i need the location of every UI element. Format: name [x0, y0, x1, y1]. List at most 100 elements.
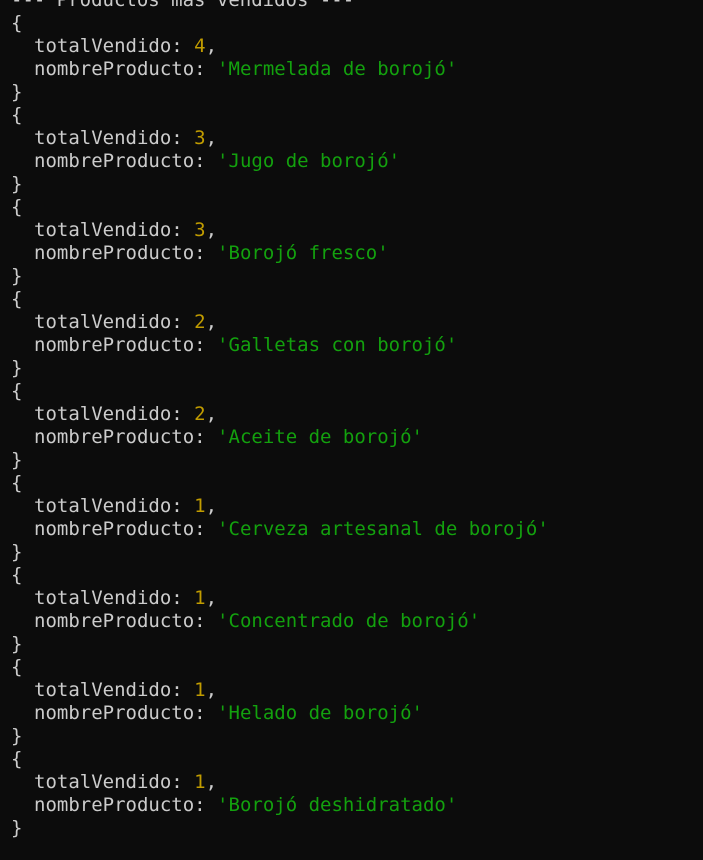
- open-brace: {: [11, 748, 23, 770]
- key-label: nombreProducto: [34, 334, 195, 356]
- quote: ': [468, 610, 481, 632]
- comma: ,: [205, 679, 218, 701]
- close-brace: }: [11, 357, 23, 379]
- record-block: { totalVendido: 4, nombreProducto: 'Merm…: [11, 12, 549, 104]
- record-block: { totalVendido: 3, nombreProducto: 'Jugo…: [11, 104, 549, 196]
- colon: :: [194, 518, 218, 540]
- output-header: --- Productos más vendidos ---: [11, 0, 355, 11]
- open-brace: {: [11, 380, 23, 402]
- colon: :: [171, 771, 195, 793]
- open-brace: {: [11, 564, 23, 586]
- field-nombre-producto: nombreProducto: 'Borojó fresco': [11, 242, 549, 265]
- field-total-vendido: totalVendido: 1,: [11, 771, 549, 794]
- key-label: totalVendido: [34, 35, 172, 57]
- field-total-vendido: totalVendido: 2,: [11, 311, 549, 334]
- quote: ': [537, 518, 549, 540]
- colon: :: [194, 150, 218, 172]
- key-label: nombreProducto: [34, 426, 195, 448]
- open-brace: {: [11, 656, 23, 678]
- field-nombre-producto: nombreProducto: 'Borojó deshidratado': [11, 794, 549, 817]
- field-nombre-producto: nombreProducto: 'Aceite de borojó': [11, 426, 549, 449]
- comma: ,: [205, 771, 218, 793]
- total-vendido-value: 3: [194, 219, 206, 241]
- close-brace: }: [11, 173, 23, 195]
- terminal-output: --- Productos más vendidos --- { totalVe…: [11, 0, 549, 840]
- field-total-vendido: totalVendido: 3,: [11, 219, 549, 242]
- comma: ,: [205, 495, 218, 517]
- nombre-producto-value: Concentrado de borojó: [228, 610, 469, 632]
- close-brace: }: [11, 817, 23, 839]
- field-nombre-producto: nombreProducto: 'Jugo de borojó': [11, 150, 549, 173]
- key-label: totalVendido: [34, 127, 172, 149]
- colon: :: [171, 403, 195, 425]
- field-nombre-producto: nombreProducto: 'Helado de borojó': [11, 702, 549, 725]
- record-block: { totalVendido: 3, nombreProducto: 'Boro…: [11, 196, 549, 288]
- quote: ': [217, 702, 229, 724]
- quote: ': [217, 518, 229, 540]
- quote: ': [411, 702, 423, 724]
- open-brace: {: [11, 288, 23, 310]
- field-total-vendido: totalVendido: 4,: [11, 35, 549, 58]
- terminal-window[interactable]: --- Productos más vendidos --- { totalVe…: [0, 0, 703, 860]
- colon: :: [171, 679, 195, 701]
- comma: ,: [205, 587, 218, 609]
- close-brace: }: [11, 265, 23, 287]
- field-nombre-producto: nombreProducto: 'Cerveza artesanal de bo…: [11, 518, 549, 541]
- colon: :: [194, 334, 218, 356]
- record-block: { totalVendido: 1, nombreProducto: 'Cerv…: [11, 472, 549, 564]
- key-label: totalVendido: [34, 219, 172, 241]
- colon: :: [171, 495, 195, 517]
- nombre-producto-value: Aceite de borojó: [228, 426, 412, 448]
- key-label: totalVendido: [34, 403, 172, 425]
- nombre-producto-value: Borojó fresco: [228, 242, 378, 264]
- nombre-producto-value: Borojó deshidratado: [228, 794, 446, 816]
- key-label: nombreProducto: [34, 58, 195, 80]
- quote: ': [445, 794, 458, 816]
- field-total-vendido: totalVendido: 2,: [11, 403, 549, 426]
- total-vendido-value: 1: [194, 771, 206, 793]
- key-label: nombreProducto: [34, 242, 195, 264]
- quote: ': [217, 794, 229, 816]
- record-block: { totalVendido: 1, nombreProducto: 'Boro…: [11, 748, 549, 840]
- quote: ': [445, 334, 458, 356]
- nombre-producto-value: Helado de borojó: [228, 702, 412, 724]
- close-brace: }: [11, 725, 23, 747]
- total-vendido-value: 2: [194, 403, 206, 425]
- close-brace: }: [11, 449, 23, 471]
- quote: ': [217, 150, 229, 172]
- nombre-producto-value: Galletas con borojó: [228, 334, 446, 356]
- quote: ': [217, 426, 229, 448]
- colon: :: [194, 794, 218, 816]
- colon: :: [194, 610, 218, 632]
- comma: ,: [205, 127, 218, 149]
- close-brace: }: [11, 541, 23, 563]
- comma: ,: [205, 219, 218, 241]
- key-label: nombreProducto: [34, 794, 195, 816]
- record-block: { totalVendido: 1, nombreProducto: 'Hela…: [11, 656, 549, 748]
- total-vendido-value: 1: [194, 495, 206, 517]
- colon: :: [171, 35, 195, 57]
- key-label: nombreProducto: [34, 518, 195, 540]
- field-nombre-producto: nombreProducto: 'Galletas con borojó': [11, 334, 549, 357]
- key-label: totalVendido: [34, 495, 172, 517]
- key-label: totalVendido: [34, 587, 172, 609]
- colon: :: [171, 587, 195, 609]
- total-vendido-value: 1: [194, 679, 206, 701]
- total-vendido-value: 2: [194, 311, 206, 333]
- key-label: totalVendido: [34, 679, 172, 701]
- field-total-vendido: totalVendido: 1,: [11, 679, 549, 702]
- key-label: nombreProducto: [34, 610, 195, 632]
- open-brace: {: [11, 196, 23, 218]
- colon: :: [194, 58, 218, 80]
- field-total-vendido: totalVendido: 3,: [11, 127, 549, 150]
- field-total-vendido: totalVendido: 1,: [11, 587, 549, 610]
- quote: ': [217, 610, 229, 632]
- record-block: { totalVendido: 1, nombreProducto: 'Conc…: [11, 564, 549, 656]
- open-brace: {: [11, 104, 23, 126]
- key-label: totalVendido: [34, 771, 172, 793]
- open-brace: {: [11, 12, 23, 34]
- comma: ,: [205, 311, 218, 333]
- colon: :: [194, 426, 218, 448]
- quote: ': [217, 334, 229, 356]
- nombre-producto-value: Cerveza artesanal de borojó: [228, 518, 538, 540]
